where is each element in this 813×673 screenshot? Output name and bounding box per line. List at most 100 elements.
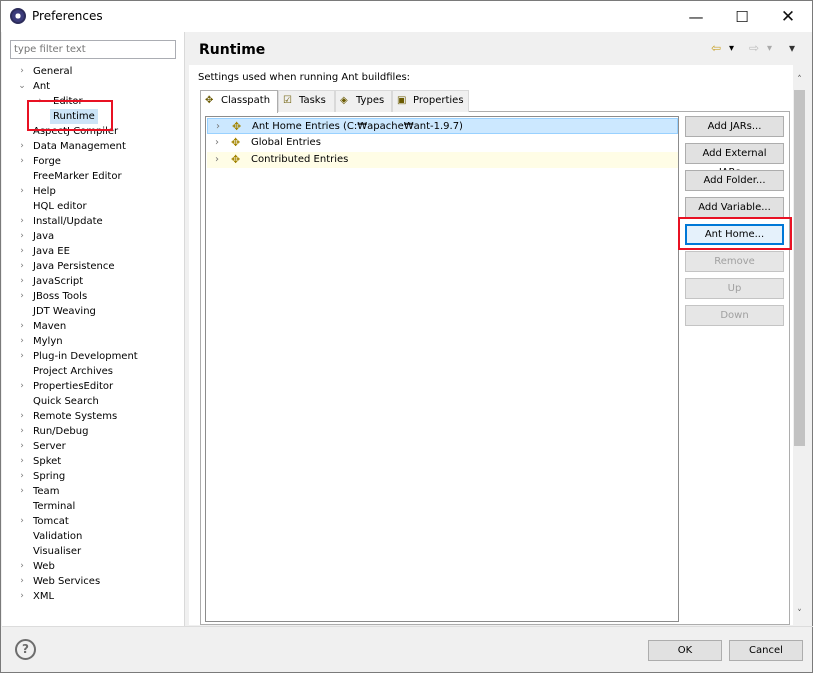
- remove-button[interactable]: Remove: [685, 251, 784, 272]
- expand-icon[interactable]: [18, 394, 26, 409]
- ok-button[interactable]: OK: [648, 640, 722, 661]
- forward-arrow-icon[interactable]: ⇨: [749, 41, 759, 55]
- scroll-thumb[interactable]: [794, 90, 805, 446]
- tab-types[interactable]: ◈ Types: [335, 90, 392, 112]
- expand-icon[interactable]: ›: [215, 152, 219, 168]
- tree-item[interactable]: › General: [2, 64, 185, 79]
- help-icon[interactable]: ?: [15, 639, 36, 660]
- tree-item[interactable]: › Java: [2, 229, 185, 244]
- tree-item[interactable]: › Spket: [2, 454, 185, 469]
- cancel-button[interactable]: Cancel: [729, 640, 803, 661]
- title-bar[interactable]: Preferences — ☐ ✕: [1, 1, 812, 32]
- tree-item[interactable]: › Maven: [2, 319, 185, 334]
- expand-icon[interactable]: ›: [18, 319, 26, 334]
- expand-icon[interactable]: ›: [18, 514, 26, 529]
- tree-item[interactable]: › Tomcat: [2, 514, 185, 529]
- tree-item[interactable]: › Run/Debug: [2, 424, 185, 439]
- add-jars-button[interactable]: Add JARs...: [685, 116, 784, 137]
- expand-icon[interactable]: ›: [18, 454, 26, 469]
- classpath-entry[interactable]: › ✥ Global Entries: [207, 135, 678, 151]
- expand-icon[interactable]: [18, 304, 26, 319]
- expand-icon[interactable]: ›: [18, 334, 26, 349]
- expand-icon[interactable]: ›: [18, 274, 26, 289]
- expand-icon[interactable]: ›: [215, 135, 219, 151]
- classpath-entry[interactable]: › ✥ Contributed Entries: [207, 152, 678, 168]
- up-button[interactable]: Up: [685, 278, 784, 299]
- expand-icon[interactable]: [18, 364, 26, 379]
- tab-classpath[interactable]: ✥ Classpath: [200, 90, 278, 113]
- tree-item[interactable]: › Java Persistence: [2, 259, 185, 274]
- expand-icon[interactable]: ›: [18, 574, 26, 589]
- expand-icon[interactable]: ›: [18, 424, 26, 439]
- expand-icon[interactable]: ›: [18, 289, 26, 304]
- close-button[interactable]: ✕: [765, 1, 811, 32]
- expand-icon[interactable]: [18, 544, 26, 559]
- expand-icon[interactable]: ›: [18, 469, 26, 484]
- tree-item[interactable]: › JavaScript: [2, 274, 185, 289]
- tree-item[interactable]: JDT Weaving: [2, 304, 185, 319]
- add-variable-button[interactable]: Add Variable...: [685, 197, 784, 218]
- page-scrollbar[interactable]: ˄ ˅: [793, 73, 806, 625]
- expand-icon[interactable]: ›: [18, 589, 26, 604]
- expand-icon[interactable]: ›: [18, 439, 26, 454]
- tree-item[interactable]: › Help: [2, 184, 185, 199]
- expand-icon[interactable]: [18, 529, 26, 544]
- back-menu-icon[interactable]: ▾: [729, 43, 734, 54]
- expand-icon[interactable]: ›: [18, 409, 26, 424]
- tree-item[interactable]: › XML: [2, 589, 185, 604]
- expand-icon[interactable]: ›: [18, 259, 26, 274]
- expand-icon[interactable]: [18, 199, 26, 214]
- tree-item[interactable]: › Team: [2, 484, 185, 499]
- tree-item[interactable]: › Java EE: [2, 244, 185, 259]
- back-arrow-icon[interactable]: ⇦: [711, 41, 721, 55]
- tree-item[interactable]: › Server: [2, 439, 185, 454]
- view-menu-icon[interactable]: ▾: [789, 41, 795, 55]
- forward-menu-icon[interactable]: ▾: [767, 43, 772, 54]
- expand-icon[interactable]: [18, 169, 26, 184]
- tab-tasks[interactable]: ☑ Tasks: [278, 90, 335, 112]
- filter-input[interactable]: [10, 40, 176, 59]
- classpath-entries-list[interactable]: › ✥ Ant Home Entries (C:₩apache₩ant-1.9.7)…: [205, 116, 679, 622]
- expand-icon[interactable]: ›: [18, 64, 26, 79]
- expand-icon[interactable]: ›: [18, 379, 26, 394]
- tree-item[interactable]: FreeMarker Editor: [2, 169, 185, 184]
- expand-icon[interactable]: ›: [18, 484, 26, 499]
- expand-icon[interactable]: ›: [216, 119, 220, 135]
- add-folder-button[interactable]: Add Folder...: [685, 170, 784, 191]
- expand-icon[interactable]: ›: [18, 559, 26, 574]
- tree-item[interactable]: Project Archives: [2, 364, 185, 379]
- tab-properties[interactable]: ▣ Properties: [392, 90, 469, 112]
- scroll-up-icon[interactable]: ˄: [793, 75, 806, 89]
- tree-item[interactable]: › Install/Update: [2, 214, 185, 229]
- tree-item[interactable]: Terminal: [2, 499, 185, 514]
- tree-item[interactable]: › Remote Systems: [2, 409, 185, 424]
- tree-item[interactable]: › JBoss Tools: [2, 289, 185, 304]
- tree-item[interactable]: Validation: [2, 529, 185, 544]
- tree-item[interactable]: › Forge: [2, 154, 185, 169]
- expand-icon[interactable]: ›: [18, 214, 26, 229]
- down-button[interactable]: Down: [685, 305, 784, 326]
- expand-icon[interactable]: ›: [18, 244, 26, 259]
- tree-item[interactable]: › Web Services: [2, 574, 185, 589]
- expand-icon[interactable]: ›: [18, 349, 26, 364]
- expand-icon[interactable]: [18, 499, 26, 514]
- tree-item[interactable]: › Mylyn: [2, 334, 185, 349]
- classpath-entry[interactable]: › ✥ Ant Home Entries (C:₩apache₩ant-1.9.7): [207, 118, 678, 134]
- add-external-jars-button[interactable]: Add External JARs...: [685, 143, 784, 178]
- expand-icon[interactable]: ›: [18, 184, 26, 199]
- tree-item[interactable]: › Spring: [2, 469, 185, 484]
- tree-item[interactable]: › Web: [2, 559, 185, 574]
- tree-item[interactable]: › Plug-in Development: [2, 349, 185, 364]
- tree-item[interactable]: › Data Management: [2, 139, 185, 154]
- tree-item[interactable]: ⌄ Ant: [2, 79, 185, 94]
- expand-icon[interactable]: ›: [18, 139, 26, 154]
- maximize-button[interactable]: ☐: [719, 1, 765, 32]
- minimize-button[interactable]: —: [673, 1, 719, 32]
- scroll-down-icon[interactable]: ˅: [793, 609, 806, 623]
- expand-icon[interactable]: ›: [18, 154, 26, 169]
- expand-icon[interactable]: [18, 124, 26, 139]
- tree-item[interactable]: Visualiser: [2, 544, 185, 559]
- tree-item[interactable]: Quick Search: [2, 394, 185, 409]
- tree-item[interactable]: HQL editor: [2, 199, 185, 214]
- tree-item[interactable]: › PropertiesEditor: [2, 379, 185, 394]
